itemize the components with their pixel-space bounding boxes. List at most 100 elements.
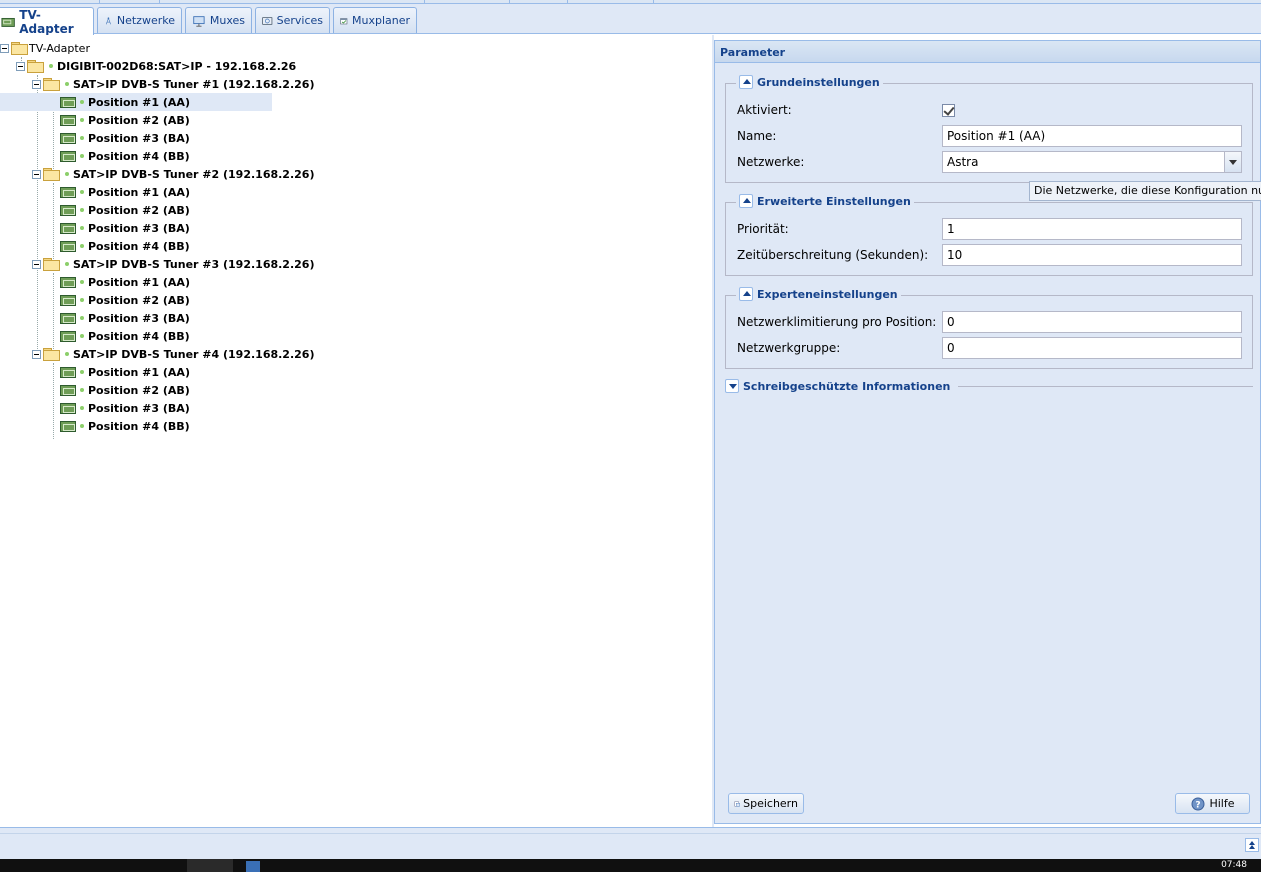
tree-position[interactable]: Position #2 (AB) — [60, 381, 190, 399]
strip-segment — [425, 0, 510, 3]
tree-position[interactable]: Position #2 (AB) — [60, 201, 190, 219]
field-networks: Netzwerke: Astra — [737, 151, 1247, 173]
tuner-card-icon — [60, 132, 76, 144]
tree-position[interactable]: Position #1 (AA) — [60, 363, 190, 381]
os-taskbar: 07:48 — [0, 859, 1261, 872]
timeout-input[interactable]: 10 — [942, 244, 1242, 266]
tree-tuner-1[interactable]: SAT>IP DVB-S Tuner #1 (192.168.2.26) — [32, 75, 314, 93]
tree-position-selected[interactable]: Position #1 (AA) — [0, 93, 272, 111]
fieldset-legend: Grundeinstellungen — [736, 75, 883, 89]
collapse-up-icon[interactable] — [739, 75, 753, 89]
tree-node-label: Position #1 (AA) — [88, 185, 190, 199]
tree-position[interactable]: Position #4 (BB) — [60, 327, 190, 345]
tab-services[interactable]: Services — [255, 7, 330, 33]
collapse-up-icon[interactable] — [739, 194, 753, 208]
tab-label: Muxes — [209, 14, 245, 27]
name-input[interactable]: Position #1 (AA) — [942, 125, 1242, 147]
tree-position[interactable]: Position #1 (AA) — [60, 273, 190, 291]
tuner-card-icon — [60, 204, 76, 216]
collapse-toggle-icon[interactable] — [32, 79, 41, 89]
expand-log-icon[interactable] — [1245, 838, 1259, 852]
fieldset-legend: Erweiterte Einstellungen — [736, 194, 914, 208]
tree-position[interactable]: Position #3 (BA) — [60, 219, 190, 237]
tuner-card-icon — [60, 384, 76, 396]
priority-input[interactable]: 1 — [942, 218, 1242, 240]
fieldset-legend: Experteneinstellungen — [736, 287, 901, 301]
collapse-toggle-icon[interactable] — [0, 43, 9, 53]
status-dot-icon — [80, 118, 84, 122]
tuner-card-icon — [60, 366, 76, 378]
tree-position[interactable]: Position #4 (BB) — [60, 417, 190, 435]
collapse-toggle-icon[interactable] — [16, 61, 25, 71]
tree-position[interactable]: Position #3 (BA) — [60, 309, 190, 327]
field-label: Priorität: — [737, 222, 789, 236]
save-label: Speichern — [743, 797, 798, 810]
status-dot-icon — [65, 82, 69, 86]
tree-position[interactable]: Position #3 (BA) — [60, 129, 190, 147]
help-button[interactable]: ? Hilfe — [1175, 793, 1250, 814]
taskbar-app-icon[interactable] — [246, 861, 260, 872]
tree-position[interactable]: Position #4 (BB) — [60, 237, 190, 255]
tree-position[interactable]: Position #2 (AB) — [60, 291, 190, 309]
tab-muxplaner[interactable]: Muxplaner — [333, 7, 417, 33]
field-name: Name: Position #1 (AA) — [737, 125, 1247, 147]
svg-text:?: ? — [1196, 800, 1201, 810]
tree-node-label: Position #4 (BB) — [88, 329, 190, 343]
tree-node-label: SAT>IP DVB-S Tuner #1 (192.168.2.26) — [73, 77, 315, 91]
monitor-icon — [193, 15, 205, 27]
tree-tuner-3[interactable]: SAT>IP DVB-S Tuner #3 (192.168.2.26) — [32, 255, 314, 273]
strip-segment — [510, 0, 568, 3]
tree-node-label: Position #2 (AB) — [88, 203, 190, 217]
field-netgroup: Netzwerkgruppe: 0 — [737, 337, 1247, 359]
expand-down-icon[interactable] — [725, 379, 739, 393]
tree-node-label: Position #1 (AA) — [88, 275, 190, 289]
status-dot-icon — [80, 298, 84, 302]
folder-icon — [43, 78, 60, 91]
strip-segment — [0, 0, 100, 3]
tree-node-label: Position #2 (AB) — [88, 293, 190, 307]
tree-node-label: DIGIBIT-002D68:SAT>IP - 192.168.2.26 — [57, 59, 297, 73]
netgroup-input[interactable]: 0 — [942, 337, 1242, 359]
tuner-card-icon — [60, 240, 76, 252]
networks-combo[interactable]: Astra — [942, 151, 1242, 173]
tree-node-label: Position #4 (BB) — [88, 239, 190, 253]
save-button[interactable]: Speichern — [728, 793, 804, 814]
collapse-toggle-icon[interactable] — [32, 169, 41, 179]
status-dot-icon — [65, 262, 69, 266]
tree-connector — [37, 75, 38, 357]
parameter-panel: Parameter Grundeinstellungen Aktiviert: … — [714, 40, 1261, 824]
tree-node-label: Position #3 (BA) — [88, 401, 190, 415]
tree-root[interactable]: TV-Adapter — [0, 39, 90, 57]
status-dot-icon — [80, 226, 84, 230]
tree-tuner-4[interactable]: SAT>IP DVB-S Tuner #4 (192.168.2.26) — [32, 345, 314, 363]
tab-netzwerke[interactable]: Netzwerke — [97, 7, 182, 33]
folder-icon — [43, 258, 60, 271]
tuner-card-icon — [60, 186, 76, 198]
taskbar-button[interactable] — [187, 859, 233, 872]
tree-node-label: SAT>IP DVB-S Tuner #3 (192.168.2.26) — [73, 257, 315, 271]
dropdown-arrow-icon[interactable] — [1224, 152, 1241, 172]
status-dot-icon — [80, 370, 84, 374]
tree-position[interactable]: Position #2 (AB) — [60, 111, 190, 129]
tree-position[interactable]: Position #4 (BB) — [60, 147, 190, 165]
field-netlimit: Netzwerklimitierung pro Position: 0 — [737, 311, 1247, 333]
status-dot-icon — [65, 352, 69, 356]
tree-connector — [53, 183, 54, 259]
tree-device[interactable]: DIGIBIT-002D68:SAT>IP - 192.168.2.26 — [16, 57, 296, 75]
tuner-card-icon — [60, 312, 76, 324]
tuner-card-icon — [60, 330, 76, 342]
enabled-checkbox[interactable] — [942, 103, 955, 117]
tab-tv-adapter[interactable]: TV-Adapter — [0, 7, 94, 36]
collapse-toggle-icon[interactable] — [32, 349, 41, 359]
fieldset-basic: Grundeinstellungen Aktiviert: Name: Posi… — [725, 75, 1253, 183]
collapse-up-icon[interactable] — [739, 287, 753, 301]
tree-tuner-2[interactable]: SAT>IP DVB-S Tuner #2 (192.168.2.26) — [32, 165, 314, 183]
help-icon: ? — [1191, 797, 1205, 810]
tree-node-label: Position #1 (AA) — [88, 95, 190, 109]
status-dot-icon — [80, 154, 84, 158]
tree-position[interactable]: Position #3 (BA) — [60, 399, 190, 417]
netlimit-input[interactable]: 0 — [942, 311, 1242, 333]
tree-position[interactable]: Position #1 (AA) — [60, 183, 190, 201]
tab-muxes[interactable]: Muxes — [185, 7, 252, 33]
collapse-toggle-icon[interactable] — [32, 259, 41, 269]
